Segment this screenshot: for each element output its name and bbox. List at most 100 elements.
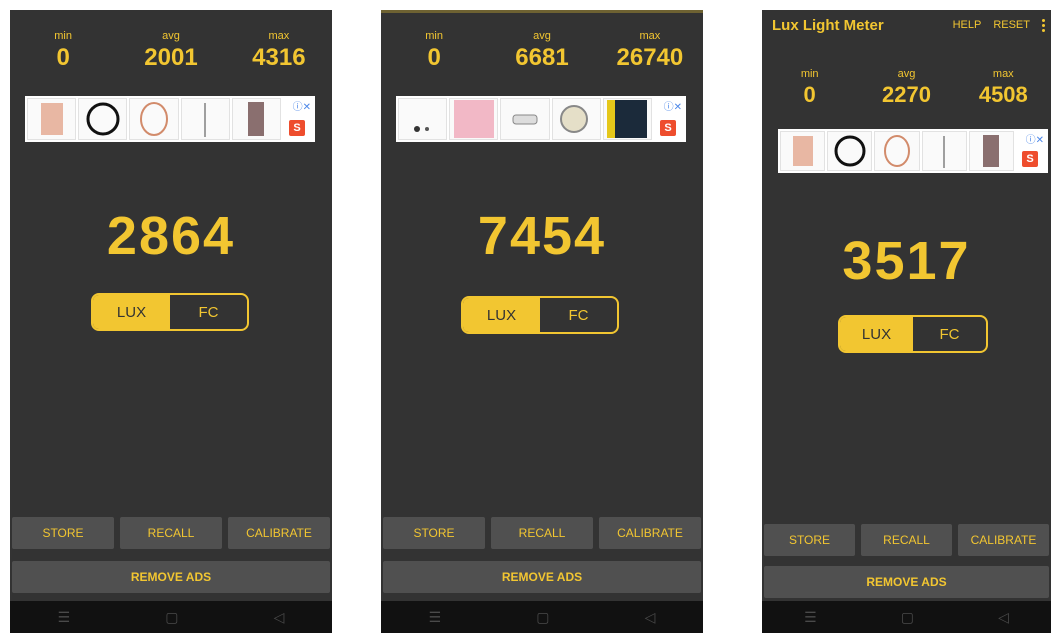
max-label: max — [268, 30, 290, 42]
action-buttons: STORE RECALL CALIBRATE — [383, 517, 701, 549]
calibrate-button[interactable]: CALIBRATE — [599, 517, 701, 549]
home-icon[interactable]: ▢ — [536, 609, 549, 626]
lux-option[interactable]: LUX — [840, 317, 913, 351]
reset-button[interactable]: RESET — [993, 19, 1030, 31]
lux-option[interactable]: LUX — [93, 295, 170, 329]
max-value: 4508 — [978, 82, 1028, 107]
back-icon[interactable]: ◁ — [274, 609, 285, 626]
ad-info-icon[interactable]: ⓘ✕ — [664, 98, 682, 113]
fc-option[interactable]: FC — [540, 298, 617, 332]
ad-info-icon[interactable]: ⓘ✕ — [1026, 131, 1044, 146]
more-options-icon[interactable] — [1042, 18, 1045, 32]
help-button[interactable]: HELP — [953, 19, 982, 31]
stats-row: min 0 avg 2001 max 4316 — [10, 30, 332, 72]
ad-product-image[interactable] — [780, 131, 826, 171]
lux-reading: 3517 — [842, 231, 971, 291]
min-label: min — [425, 30, 443, 42]
stats-row: min 0 avg 2270 max 4508 — [762, 68, 1051, 108]
ad-product-image[interactable] — [78, 98, 128, 140]
phone-screen-3: Lux Light Meter HELP RESET min 0 avg 227… — [762, 10, 1051, 633]
recall-button[interactable]: RECALL — [861, 524, 952, 556]
ad-banner[interactable]: ⓘ✕ S — [25, 96, 315, 142]
avg-label: avg — [533, 30, 551, 42]
ad-banner[interactable]: ⓘ✕ S — [778, 129, 1048, 173]
calibrate-button[interactable]: CALIBRATE — [228, 517, 330, 549]
unit-toggle[interactable]: LUX FC — [838, 315, 988, 353]
action-buttons: STORE RECALL CALIBRATE — [12, 517, 330, 549]
ad-product-image[interactable] — [500, 98, 550, 140]
ad-product-image[interactable] — [398, 98, 448, 140]
avg-value: 2001 — [144, 44, 198, 71]
ad-product-image[interactable] — [551, 98, 601, 140]
recall-button[interactable]: RECALL — [120, 517, 222, 549]
phone-screen-1: min 0 avg 2001 max 4316 ⓘ✕ S 2864 LUX FC… — [10, 10, 332, 633]
stats-row: min 0 avg 6681 max 26740 — [381, 30, 703, 72]
fc-option[interactable]: FC — [170, 295, 247, 329]
min-label: min — [800, 68, 819, 80]
action-buttons: STORE RECALL CALIBRATE — [764, 524, 1049, 556]
ad-product-image[interactable] — [129, 98, 179, 140]
ad-product-image[interactable] — [874, 131, 920, 171]
avg-label: avg — [897, 68, 916, 80]
ad-info-icon[interactable]: ⓘ✕ — [293, 98, 311, 113]
max-value: 4316 — [252, 44, 306, 71]
android-nav-bar: ☰ ▢ ◁ — [762, 601, 1051, 633]
min-stat: min 0 — [762, 68, 857, 108]
ad-product-image[interactable] — [180, 98, 230, 140]
min-value: 0 — [427, 44, 441, 71]
app-bar: Lux Light Meter HELP RESET — [762, 10, 1051, 40]
shop-icon[interactable]: S — [1022, 151, 1039, 167]
max-value: 26740 — [616, 44, 684, 71]
min-value: 0 — [56, 44, 70, 71]
shop-icon[interactable]: S — [289, 120, 306, 136]
avg-value: 6681 — [515, 44, 569, 71]
menu-icon[interactable]: ☰ — [804, 609, 817, 626]
store-button[interactable]: STORE — [12, 517, 114, 549]
shop-icon[interactable]: S — [660, 120, 677, 136]
back-icon[interactable]: ◁ — [998, 609, 1009, 626]
store-button[interactable]: STORE — [764, 524, 855, 556]
unit-toggle[interactable]: LUX FC — [91, 293, 249, 331]
lux-reading: 7454 — [477, 206, 607, 266]
ad-product-image[interactable] — [231, 98, 282, 140]
recall-button[interactable]: RECALL — [491, 517, 593, 549]
top-divider — [381, 10, 703, 13]
ad-product-image[interactable] — [968, 131, 1015, 171]
max-stat: max 26740 — [597, 30, 703, 72]
min-stat: min 0 — [10, 30, 116, 72]
android-nav-bar: ☰ ▢ ◁ — [381, 601, 703, 633]
remove-ads-button[interactable]: REMOVE ADS — [383, 561, 701, 593]
avg-value: 2270 — [882, 82, 931, 107]
store-button[interactable]: STORE — [383, 517, 485, 549]
home-icon[interactable]: ▢ — [901, 609, 914, 626]
avg-stat: avg 2270 — [859, 68, 954, 108]
fc-option[interactable]: FC — [913, 317, 986, 351]
avg-label: avg — [162, 30, 180, 42]
app-title: Lux Light Meter — [772, 16, 884, 34]
lux-option[interactable]: LUX — [463, 298, 540, 332]
menu-icon[interactable]: ☰ — [58, 609, 71, 626]
ad-product-image[interactable] — [449, 98, 499, 140]
lux-reading: 2864 — [106, 206, 236, 266]
ad-product-image[interactable] — [602, 98, 653, 140]
ad-product-image[interactable] — [921, 131, 967, 171]
menu-icon[interactable]: ☰ — [429, 609, 442, 626]
remove-ads-button[interactable]: REMOVE ADS — [12, 561, 330, 593]
max-stat: max 4316 — [226, 30, 332, 72]
min-label: min — [54, 30, 72, 42]
back-icon[interactable]: ◁ — [645, 609, 656, 626]
remove-ads-button[interactable]: REMOVE ADS — [764, 566, 1049, 598]
avg-stat: avg 2001 — [118, 30, 224, 72]
max-label: max — [639, 30, 661, 42]
avg-stat: avg 6681 — [489, 30, 595, 72]
ad-product-image[interactable] — [27, 98, 77, 140]
ad-banner[interactable]: ⓘ✕ S — [396, 96, 686, 142]
unit-toggle[interactable]: LUX FC — [461, 296, 619, 334]
phone-screen-2: min 0 avg 6681 max 26740 ⓘ✕ S 7454 LUX F… — [381, 10, 703, 633]
home-icon[interactable]: ▢ — [165, 609, 178, 626]
min-value: 0 — [803, 82, 816, 107]
max-stat: max 4508 — [956, 68, 1051, 108]
max-label: max — [992, 68, 1014, 80]
ad-product-image[interactable] — [827, 131, 873, 171]
calibrate-button[interactable]: CALIBRATE — [958, 524, 1049, 556]
